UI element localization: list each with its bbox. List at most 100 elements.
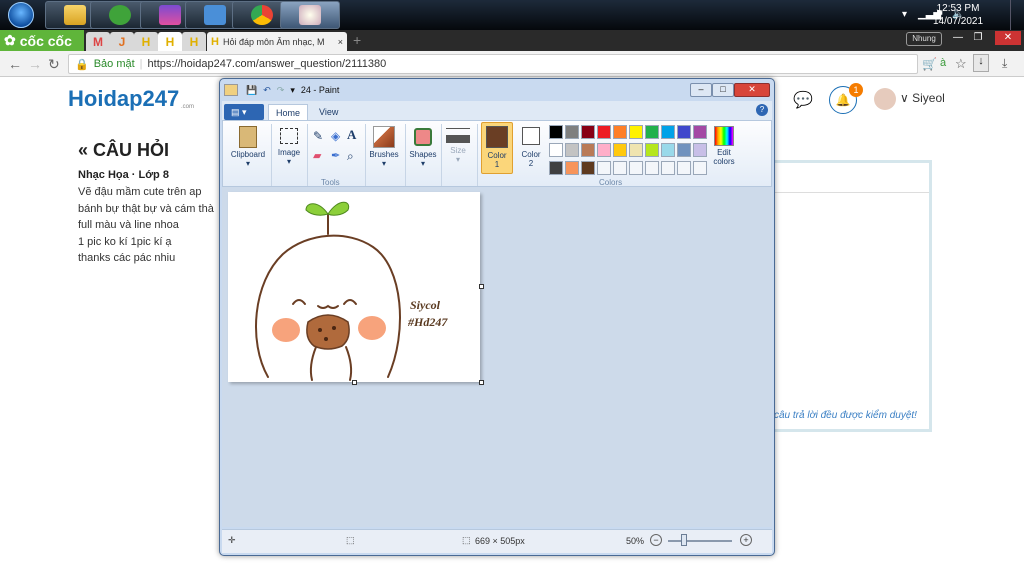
download-icon[interactable]: ⤓	[1002, 56, 1007, 71]
minimize-icon[interactable]: —	[947, 31, 969, 45]
palette-swatch[interactable]	[661, 161, 675, 175]
tab-close-icon[interactable]: ×	[338, 37, 347, 47]
paint-maximize-icon[interactable]: □	[712, 83, 734, 97]
site-logo[interactable]: Hoidap247	[68, 86, 179, 112]
palette-swatch[interactable]	[597, 143, 611, 157]
save-icon[interactable]: 💾	[246, 85, 257, 96]
text-tool-icon[interactable]: A	[347, 127, 356, 143]
new-tab-icon[interactable]: +	[353, 32, 361, 48]
restore-icon[interactable]: ❐	[967, 31, 989, 45]
palette-swatch[interactable]	[613, 125, 627, 139]
palette-swatch[interactable]	[677, 143, 691, 157]
tab-h3[interactable]: H	[182, 32, 206, 51]
palette-swatch[interactable]	[693, 125, 707, 139]
tab-h1[interactable]: H	[134, 32, 158, 51]
close-window-icon[interactable]: ✕	[995, 31, 1021, 45]
shapes-button[interactable]: Shapes ▾	[407, 124, 439, 168]
palette-swatch[interactable]	[549, 125, 563, 139]
star-icon[interactable]: ☆	[955, 56, 967, 72]
palette-swatch[interactable]	[565, 125, 579, 139]
paint-app-icon[interactable]	[224, 84, 238, 96]
size-button[interactable]: Size ▾	[443, 124, 473, 164]
clock[interactable]: 12:53 PM 14/07/2021	[928, 2, 988, 28]
reload-icon[interactable]: ↻	[48, 56, 60, 73]
translate-icon[interactable]: à	[940, 57, 946, 69]
show-desktop-button[interactable]	[1010, 0, 1024, 30]
tab-view[interactable]: View	[312, 104, 345, 120]
fill-icon[interactable]: ◈	[331, 129, 340, 143]
redo-icon[interactable]: ↷	[277, 85, 285, 96]
zoom-out-icon[interactable]: −	[650, 534, 662, 546]
edit-colors-button[interactable]: Edit colors	[709, 124, 739, 166]
tab-active[interactable]: H Hỏi đáp môn Âm nhạc, M ×	[207, 32, 347, 51]
palette-swatch[interactable]	[661, 143, 675, 157]
tab-j[interactable]: J	[110, 32, 134, 51]
tray-arrow-icon[interactable]: ▾	[902, 9, 907, 20]
zoom-slider-thumb[interactable]	[681, 534, 687, 546]
back-icon[interactable]: ←	[8, 56, 22, 72]
palette-swatch[interactable]	[677, 161, 691, 175]
palette-swatch[interactable]	[581, 143, 595, 157]
paint-menu-button[interactable]: ▤ ▾	[224, 104, 264, 120]
palette-swatch[interactable]	[661, 125, 675, 139]
palette-swatch[interactable]	[549, 143, 563, 157]
color1-button[interactable]: Color 1	[481, 122, 513, 174]
palette-swatch[interactable]	[565, 143, 579, 157]
magnifier-icon[interactable]: ⌕	[347, 149, 354, 164]
url-bar[interactable]: 🔒 Bảo mật | https://hoidap247.com/answer…	[68, 54, 918, 74]
tab-home[interactable]: Home	[268, 104, 309, 120]
zoom-slider[interactable]	[668, 540, 732, 542]
clipboard-button[interactable]: Clipboard ▾	[227, 124, 269, 168]
palette-swatch[interactable]	[581, 161, 595, 175]
profile-button[interactable]: Nhung	[906, 32, 942, 46]
palette-swatch[interactable]	[597, 125, 611, 139]
palette-swatch[interactable]	[693, 161, 707, 175]
question-meta[interactable]: Nhạc Họa · Lớp 8	[78, 169, 169, 181]
palette-swatch[interactable]	[645, 161, 659, 175]
windows-orb-icon	[8, 2, 34, 28]
pencil-icon[interactable]: ✎	[313, 129, 323, 143]
eraser-icon[interactable]: ▰	[313, 149, 321, 162]
taskbar-paint[interactable]	[280, 1, 340, 29]
drawing-canvas[interactable]: Siycol #Hd247	[228, 192, 480, 382]
resize-handle-corner[interactable]	[479, 380, 484, 385]
color2-button[interactable]: Color 2	[517, 122, 545, 168]
palette-swatch[interactable]	[693, 143, 707, 157]
avatar[interactable]	[874, 88, 896, 110]
palette-swatch[interactable]	[613, 143, 627, 157]
palette-swatch[interactable]	[645, 143, 659, 157]
palette-swatch[interactable]	[565, 161, 579, 175]
start-button[interactable]	[0, 0, 42, 30]
artwork-hashtag: #Hd247	[407, 315, 448, 329]
bell-icon: 🔔	[835, 93, 851, 107]
brushes-button[interactable]: Brushes ▾	[367, 124, 401, 168]
resize-handle-right[interactable]	[479, 284, 484, 289]
color-picker-icon[interactable]: ✒	[331, 149, 340, 162]
coccoc-menu-button[interactable]: ✿ cốc cốc	[0, 30, 84, 51]
palette-swatch[interactable]	[629, 143, 643, 157]
palette-swatch[interactable]	[677, 125, 691, 139]
image-button[interactable]: Image ▾	[274, 124, 304, 166]
palette-swatch[interactable]	[549, 161, 563, 175]
tab-h2[interactable]: H	[158, 32, 182, 51]
cart-icon[interactable]: 🛒	[922, 57, 937, 71]
resize-handle-bottom[interactable]	[352, 380, 357, 385]
palette-swatch[interactable]	[581, 125, 595, 139]
palette-swatch[interactable]	[613, 161, 627, 175]
chat-icon[interactable]: 💬	[793, 90, 813, 110]
paint-minimize-icon[interactable]: –	[690, 83, 712, 97]
undo-icon[interactable]: ↶	[263, 85, 271, 96]
paint-close-icon[interactable]: ✕	[734, 83, 770, 97]
quick-access-dropdown-icon[interactable]: ▾	[290, 85, 295, 96]
palette-swatch[interactable]	[597, 161, 611, 175]
palette-swatch[interactable]	[629, 125, 643, 139]
help-icon[interactable]: ?	[756, 104, 768, 116]
user-menu[interactable]: ∨ Siyeol	[900, 91, 945, 105]
chevron-down-icon: ∨	[900, 91, 909, 105]
extension-icon[interactable]: ↓	[973, 54, 989, 72]
zoom-in-icon[interactable]: +	[740, 534, 752, 546]
palette-swatch[interactable]	[629, 161, 643, 175]
forward-icon[interactable]: →	[28, 56, 42, 72]
tab-gmail[interactable]: M	[86, 32, 110, 51]
palette-swatch[interactable]	[645, 125, 659, 139]
